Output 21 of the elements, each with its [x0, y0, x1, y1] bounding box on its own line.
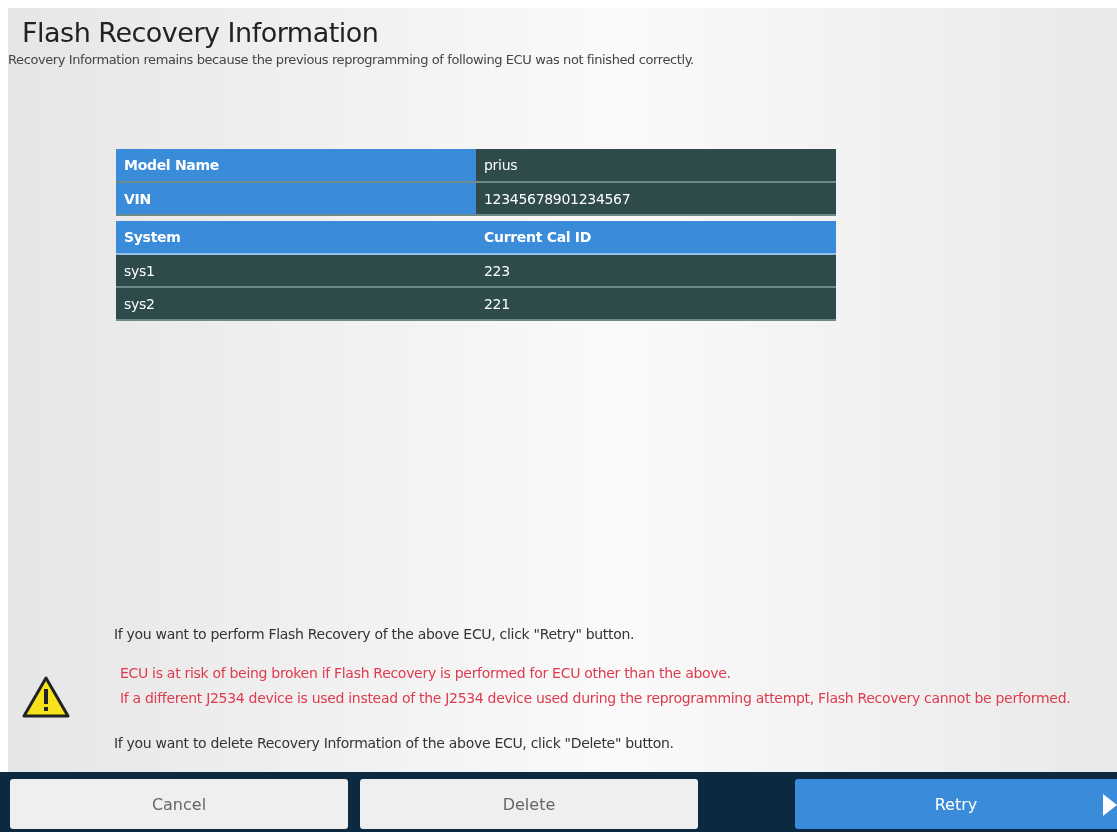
warning-icon	[22, 675, 70, 719]
field-value: 12345678901234567	[476, 182, 836, 215]
column-header: System	[116, 221, 476, 254]
table-cell: sys1	[116, 254, 476, 287]
field-value: prius	[476, 149, 836, 182]
table-cell: sys2	[116, 287, 476, 320]
action-button[interactable]: Delete	[360, 779, 698, 829]
field-label: VIN	[116, 182, 476, 215]
page-title: Flash Recovery Information	[22, 16, 380, 50]
table-cell: 223	[476, 254, 836, 287]
instruction-text: If you want to perform Flash Recovery of the above ECU, click "Retry" button.	[113, 625, 636, 644]
instruction-text: If you want to delete Recovery Information of the above ECU, click "Delete" button.	[113, 734, 675, 753]
warning-text: ECU is at risk of being broken if Flash Recovery is performed for ECU other than the above.	[120, 664, 732, 683]
column-header: Current Cal ID	[476, 221, 836, 254]
warning-text: If a different J2534 device is used instead of the J2534 device used during the reprogramming attempt, Flash Recovery cannot be performed.	[120, 689, 1071, 708]
arrow-icon	[1103, 794, 1117, 816]
action-button[interactable]: Cancel	[10, 779, 348, 829]
field-label: Model Name	[116, 149, 476, 182]
action-button[interactable]: Retry	[795, 779, 1117, 829]
table-cell: 221	[476, 287, 836, 320]
page-subtitle: Recovery Information remains because the previous reprogramming of following ECU was not finished correctly.	[8, 52, 695, 67]
